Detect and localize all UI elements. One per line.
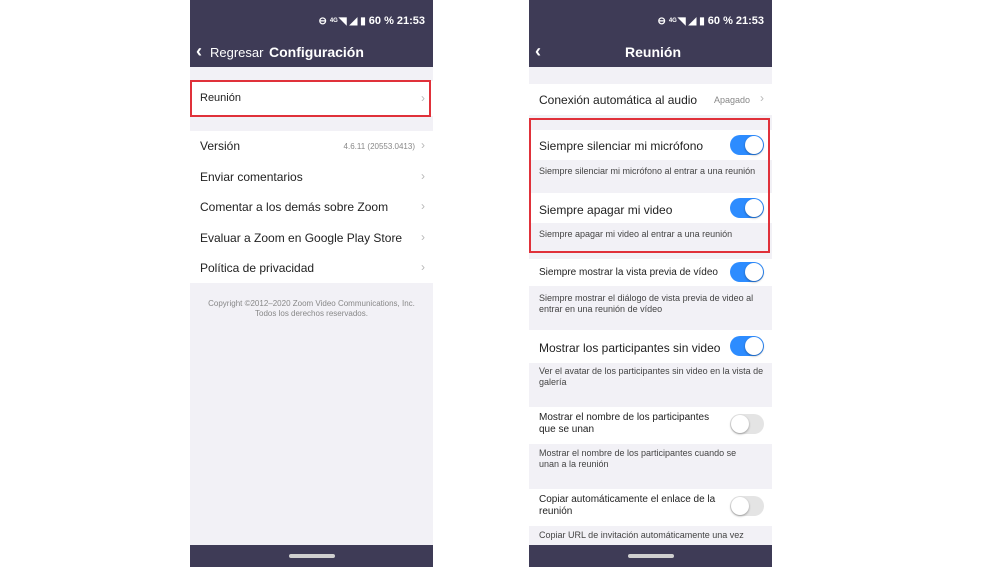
chevron-right-icon: › (421, 199, 425, 213)
chevron-right-icon: › (760, 91, 764, 105)
video-off-toggle[interactable] (730, 198, 764, 218)
wifi-icon: ◥ (677, 15, 686, 27)
chevron-right-icon: › (421, 169, 425, 183)
home-gesture-handle[interactable] (627, 554, 674, 558)
navigation-bar (529, 545, 772, 567)
toggle-knob (731, 415, 749, 433)
non-video-participants-setting: Mostrar los participantes sin video (529, 330, 772, 363)
setting-description: Siempre mostrar el diálogo de vista prev… (539, 293, 754, 314)
auto-audio-setting[interactable]: Conexión automática al audio Apagado › (529, 84, 772, 115)
app-header: ⊖ 4G ◥ ◢ ▮ 60 % 21:53 ‹ Regresar Configu… (190, 0, 433, 67)
toggle-knob (745, 136, 763, 154)
settings-item-feedback[interactable]: Enviar comentarios › (190, 161, 433, 192)
settings-item-label: Enviar comentarios (200, 170, 303, 184)
show-join-names-setting: Mostrar el nombre de los participantes q… (529, 407, 772, 444)
copy-invite-link-toggle[interactable] (730, 496, 764, 516)
video-off-setting: Siempre apagar mi video (529, 193, 772, 223)
setting-label: Siempre silenciar mi micrófono (539, 139, 704, 153)
setting-label: Mostrar el nombre de los participantes q… (539, 412, 710, 435)
signal-icon: ◢ (688, 15, 697, 27)
setting-label: Copiar automáticamente el enlace de la r… (539, 494, 716, 517)
page-title: Configuración (269, 44, 364, 60)
back-button[interactable]: Regresar (210, 45, 263, 60)
toggle-knob (745, 263, 763, 281)
wifi-icon: ◥ (338, 15, 347, 27)
non-video-participants-toggle[interactable] (730, 336, 764, 356)
copy-invite-link-setting: Copiar automáticamente el enlace de la r… (529, 489, 772, 526)
home-gesture-handle[interactable] (288, 554, 335, 558)
app-header: ⊖ 4G ◥ ◢ ▮ 60 % 21:53 ‹ Reunión (529, 0, 772, 67)
setting-value: Apagado (713, 95, 750, 105)
settings-item-privacy[interactable]: Política de privacidad › (190, 252, 433, 283)
setting-label: Siempre mostrar la vista previa de vídeo (539, 267, 718, 278)
battery-level: 60 % (368, 15, 394, 27)
toggle-knob (731, 497, 749, 515)
settings-item-meeting[interactable]: Reunión › (190, 81, 433, 116)
toggle-knob (745, 199, 763, 217)
show-join-names-toggle[interactable] (730, 414, 764, 434)
mute-mic-setting: Siempre silenciar mi micrófono (529, 130, 772, 160)
settings-item-label: Comentar a los demás sobre Zoom (200, 200, 389, 214)
battery-icon: ▮ (360, 15, 366, 27)
clock: 21:53 (396, 15, 425, 27)
setting-description: Siempre silenciar mi micrófono al entrar… (539, 166, 756, 176)
settings-item-share[interactable]: Comentar a los demás sobre Zoom › (190, 192, 433, 222)
status-bar: ⊖ 4G ◥ ◢ ▮ 60 % 21:53 (657, 15, 764, 27)
settings-screen: ⊖ 4G ◥ ◢ ▮ 60 % 21:53 ‹ Regresar Configu… (190, 0, 433, 567)
copyright-footer: Copyright ©2012–2020 Zoom Video Communic… (190, 299, 433, 319)
settings-item-label: Política de privacidad (200, 261, 315, 275)
settings-item-label: Evaluar a Zoom en Google Play Store (200, 231, 403, 245)
version-value: 4.6.11 (20553.0413) (343, 142, 415, 151)
chevron-right-icon: › (421, 138, 425, 152)
chevron-right-icon: › (421, 230, 425, 244)
navigation-bar (190, 545, 433, 567)
setting-label: Conexión automática al audio (539, 93, 698, 107)
settings-item-label: Reunión (200, 92, 241, 104)
dnd-icon: ⊖ (318, 15, 327, 27)
setting-label: Mostrar los participantes sin video (539, 341, 721, 355)
battery-icon: ▮ (699, 15, 705, 27)
page-title: Reunión (625, 44, 681, 60)
dnd-icon: ⊖ (657, 15, 666, 27)
toggle-knob (745, 337, 763, 355)
chevron-right-icon: › (421, 91, 425, 105)
back-arrow-icon[interactable]: ‹ (196, 42, 202, 60)
settings-item-rate[interactable]: Evaluar a Zoom en Google Play Store › (190, 222, 433, 252)
setting-description: Mostrar el nombre de los participantes c… (539, 448, 737, 469)
network-label: 4G (329, 18, 338, 24)
setting-description: Ver el avatar de los participantes sin v… (539, 366, 764, 387)
settings-item-version[interactable]: Versión 4.6.11 (20553.0413) › (190, 131, 433, 161)
back-arrow-icon[interactable]: ‹ (535, 42, 541, 60)
chevron-right-icon: › (421, 260, 425, 274)
video-preview-setting: Siempre mostrar la vista previa de vídeo (529, 259, 772, 286)
setting-description: Siempre apagar mi video al entrar a una … (539, 229, 733, 239)
network-label: 4G (668, 18, 677, 24)
rights-text: Todos los derechos reservados. (255, 309, 368, 318)
setting-description: Copiar URL de invitación automáticamente… (539, 530, 744, 540)
setting-label: Siempre apagar mi video (539, 203, 673, 217)
copyright-text: Copyright ©2012–2020 Zoom Video Communic… (208, 299, 415, 308)
status-bar: ⊖ 4G ◥ ◢ ▮ 60 % 21:53 (318, 15, 425, 27)
battery-level: 60 % (707, 15, 733, 27)
video-preview-toggle[interactable] (730, 262, 764, 282)
mute-mic-toggle[interactable] (730, 135, 764, 155)
meeting-settings-screen: ⊖ 4G ◥ ◢ ▮ 60 % 21:53 ‹ Reunión Conexión… (529, 0, 772, 567)
settings-item-label: Versión (200, 139, 241, 153)
clock: 21:53 (735, 15, 764, 27)
signal-icon: ◢ (349, 15, 358, 27)
